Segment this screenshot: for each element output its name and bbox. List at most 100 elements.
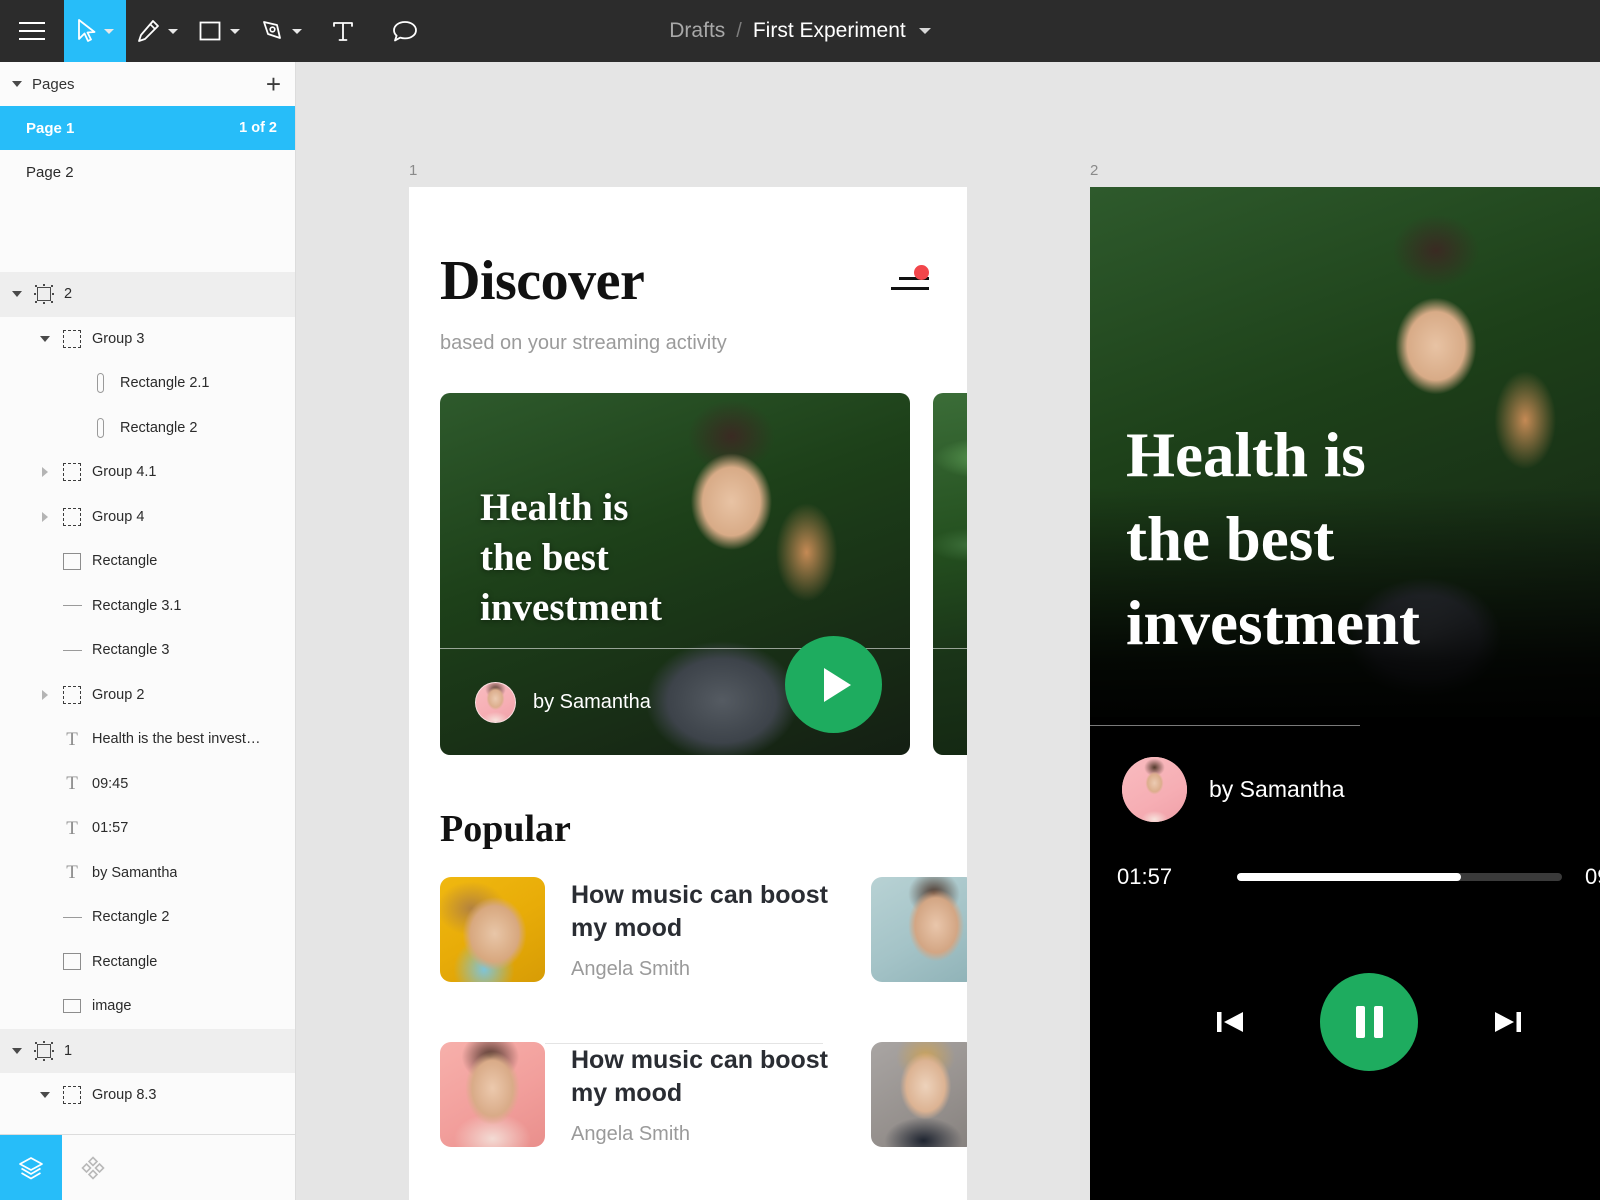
- layer-row[interactable]: Group 4: [0, 495, 295, 540]
- expand-arrow-icon[interactable]: [42, 511, 48, 522]
- text-tool[interactable]: [312, 0, 374, 62]
- breadcrumb-file-name[interactable]: First Experiment: [753, 19, 906, 43]
- menu-icon[interactable]: [0, 0, 64, 62]
- layer-row[interactable]: Rectangle 2: [0, 406, 295, 451]
- list-item-author: Angela Smith: [571, 1123, 690, 1145]
- list-item-thumbnail: [440, 877, 545, 982]
- layer-row[interactable]: T 09:45: [0, 762, 295, 807]
- components-diamond-icon: [81, 1155, 105, 1180]
- layer-row[interactable]: 1: [0, 1028, 295, 1073]
- layer-row[interactable]: T 01:57: [0, 806, 295, 851]
- layer-label: Rectangle 3.1: [92, 597, 182, 614]
- hero-card-secondary[interactable]: [933, 393, 967, 755]
- add-page-button[interactable]: +: [266, 71, 281, 97]
- chevron-down-icon[interactable]: [918, 28, 931, 34]
- avatar-photo: [476, 683, 515, 722]
- layers-tree: 2 Group 3 Rectangle 2.1 Rectangle 2 Group 4.…: [0, 272, 295, 1134]
- layers-tab[interactable]: [0, 1135, 62, 1200]
- layer-row[interactable]: Group 4.1: [0, 450, 295, 495]
- expand-arrow-icon[interactable]: [42, 689, 48, 700]
- player-title-line: investment: [1126, 587, 1420, 658]
- artboard-1-label[interactable]: 1: [409, 162, 417, 179]
- layer-row[interactable]: Group 2: [0, 673, 295, 718]
- line-icon: [62, 649, 82, 651]
- text-t-icon: [333, 22, 353, 41]
- expand-arrow-icon[interactable]: [42, 467, 48, 478]
- pages-header-label: Pages: [32, 75, 75, 93]
- vector-tool[interactable]: [250, 0, 312, 62]
- progress-scrubber[interactable]: [1237, 873, 1562, 881]
- collapse-arrow-icon[interactable]: [40, 1092, 50, 1099]
- rectangle-icon: [199, 21, 221, 41]
- list-item-side-thumbnail[interactable]: [871, 1042, 967, 1147]
- layer-label: image: [92, 998, 132, 1015]
- text-icon: T: [66, 817, 78, 839]
- layer-row[interactable]: Tby Samantha: [0, 851, 295, 896]
- move-tool[interactable]: [64, 0, 126, 62]
- text-icon: T: [66, 728, 78, 750]
- line-icon: [62, 605, 82, 607]
- pages-collapse-icon[interactable]: [12, 81, 22, 87]
- image-icon: [63, 999, 81, 1014]
- list-item-title: How music can boost my mood: [571, 1044, 828, 1109]
- artboard-2-label[interactable]: 2: [1090, 162, 1098, 179]
- layer-row[interactable]: Group 3: [0, 317, 295, 362]
- rounded-bar-icon: [96, 373, 104, 394]
- layer-label: Group 2: [92, 686, 145, 703]
- play-button[interactable]: [785, 636, 882, 733]
- filter-menu-icon[interactable]: [885, 265, 929, 297]
- page-item-page-1[interactable]: Page 1 1 of 2: [0, 106, 295, 150]
- collapse-arrow-icon[interactable]: [40, 335, 50, 342]
- layer-row[interactable]: Rectangle 3.1: [0, 584, 295, 629]
- shape-tool-caret[interactable]: [230, 28, 240, 34]
- list-item-text: How music can boost my mood Angela Smith: [571, 1042, 828, 1187]
- layer-row[interactable]: Group 8.3: [0, 1073, 295, 1118]
- layer-row[interactable]: Rectangle 3: [0, 628, 295, 673]
- artboard-1[interactable]: Discover based on your streaming activit…: [409, 187, 967, 1200]
- shape-tool[interactable]: [188, 0, 250, 62]
- left-panel: Pages + Page 1 1 of 2 Page 2 2 Group 3 Rec…: [0, 62, 296, 1200]
- layer-row[interactable]: Rectangle: [0, 940, 295, 985]
- move-tool-caret[interactable]: [104, 28, 114, 34]
- layer-row[interactable]: T Health is the best invest…: [0, 717, 295, 762]
- breadcrumb-project[interactable]: Drafts: [669, 19, 725, 43]
- frame-icon: [34, 284, 54, 305]
- list-item-side-thumbnail[interactable]: [871, 877, 967, 982]
- next-track-button[interactable]: [1488, 1005, 1526, 1039]
- pen-tool-caret[interactable]: [168, 28, 178, 34]
- layer-row[interactable]: 2: [0, 272, 295, 317]
- list-item-author: Angela Smith: [571, 958, 690, 980]
- hero-title-line: the best: [480, 535, 609, 579]
- layer-label: Rectangle: [92, 953, 158, 970]
- layer-row[interactable]: image: [0, 984, 295, 1029]
- comment-tool[interactable]: [374, 0, 436, 62]
- layer-row[interactable]: Rectangle 2.1: [0, 361, 295, 406]
- player-byline: by Samantha: [1122, 757, 1345, 822]
- collapse-arrow-icon[interactable]: [12, 291, 22, 298]
- play-triangle-icon: [824, 667, 851, 702]
- components-tab[interactable]: [62, 1135, 124, 1200]
- list-item-thumbnail: [440, 1042, 545, 1147]
- hero-image: [933, 393, 967, 755]
- vector-tool-caret[interactable]: [292, 28, 302, 34]
- layer-row[interactable]: Rectangle: [0, 539, 295, 584]
- pen-tool[interactable]: [126, 0, 188, 62]
- hero-byline-label: by Samantha: [533, 691, 651, 713]
- group-icon: [63, 507, 81, 526]
- pause-button[interactable]: [1320, 973, 1418, 1071]
- hero-divider: [933, 648, 967, 649]
- group-icon: [63, 685, 81, 704]
- layer-label: Health is the best invest…: [92, 731, 261, 748]
- layer-label: by Samantha: [92, 864, 178, 881]
- hero-card[interactable]: Health is the best investment by Samanth…: [440, 393, 910, 755]
- collapse-arrow-icon[interactable]: [12, 1047, 22, 1054]
- player-divider: [1090, 725, 1360, 726]
- page-item-page-2[interactable]: Page 2: [0, 150, 295, 194]
- layer-label: 09:45: [92, 775, 129, 792]
- artboard-2[interactable]: Health is the best investment by Samanth…: [1090, 187, 1600, 1200]
- previous-track-button[interactable]: [1212, 1005, 1250, 1039]
- layer-row[interactable]: Rectangle 2: [0, 895, 295, 940]
- list-item-title-line: How music can boost: [571, 1046, 828, 1074]
- comment-bubble-icon: [393, 21, 417, 42]
- design-canvas[interactable]: 1 Discover based on your streaming activ…: [296, 62, 1600, 1200]
